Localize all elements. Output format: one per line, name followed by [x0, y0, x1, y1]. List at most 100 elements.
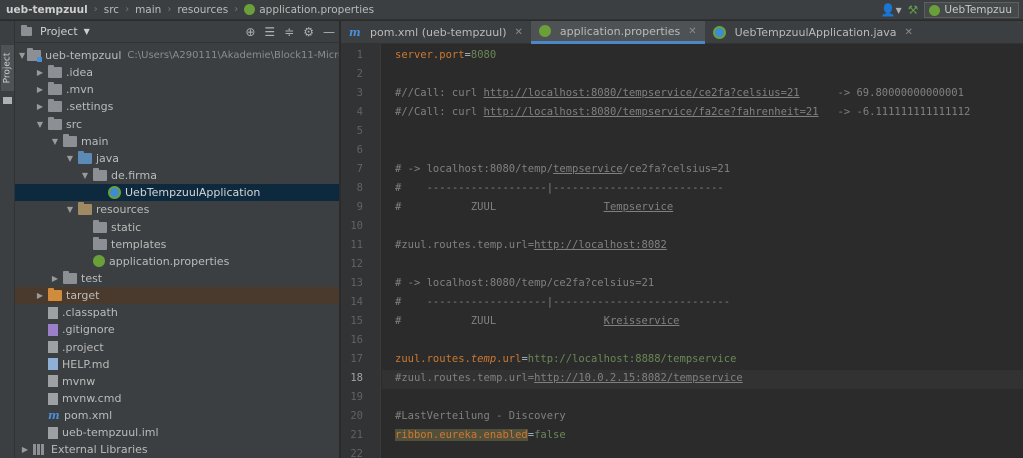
line-number: 15: [350, 315, 363, 327]
breadcrumb-main[interactable]: main: [135, 4, 161, 16]
spring-class-icon: [108, 186, 121, 200]
tree-item[interactable]: ▶templates: [15, 236, 339, 253]
maven-icon: m: [349, 26, 361, 39]
gear-icon[interactable]: ⚙: [303, 25, 314, 39]
tree-item[interactable]: ▼ de.firma: [15, 167, 339, 184]
chevron-down-icon[interactable]: ▼: [64, 154, 76, 163]
tree-item[interactable]: ▶HELP.md: [15, 356, 339, 373]
breadcrumb-resources[interactable]: resources: [177, 4, 228, 16]
tree-item[interactable]: ▼ main: [15, 133, 339, 150]
excluded-folder-icon: [48, 288, 62, 302]
tree-item[interactable]: ▶mpom.xml: [15, 407, 339, 424]
code-line: #//Call: curl http://localhost:8080/temp…: [395, 87, 964, 99]
code-token: http://localhost:8888/tempservice: [527, 353, 737, 365]
line-number: 13: [350, 277, 363, 289]
chevron-down-icon[interactable]: ▼: [49, 137, 61, 146]
chevron-down-icon[interactable]: ▼: [64, 205, 76, 214]
project-toolbar: ⊕ ☰ ≑ ⚙ —: [245, 21, 335, 43]
spring-properties-icon: [93, 255, 105, 268]
user-icon[interactable]: 👤▾: [881, 3, 902, 17]
tree-item[interactable]: ▶ .mvn: [15, 81, 339, 98]
tree-item[interactable]: ▶application.properties: [15, 253, 339, 270]
code-line: # -> localhost:8080/temp/ce2fa?celsius=2…: [395, 277, 654, 289]
close-icon[interactable]: ✕: [688, 26, 696, 37]
tree-item[interactable]: ▶mvnw.cmd: [15, 390, 339, 407]
tree-item[interactable]: ▼ java: [15, 150, 339, 167]
tree-item[interactable]: ▶static: [15, 219, 339, 236]
maven-icon: m: [48, 409, 60, 423]
project-tool-window: Project ▼ ⊕ ☰ ≑ ⚙ — ▼ ueb-tempzuul C:\User…: [15, 21, 340, 458]
run-config-selector[interactable]: UebTempzuu: [924, 2, 1019, 18]
chevron-right-icon[interactable]: ▶: [34, 85, 46, 94]
close-icon[interactable]: ✕: [515, 27, 523, 38]
tree-item[interactable]: ▶ External Libraries: [15, 441, 339, 458]
breadcrumb-src[interactable]: src: [104, 4, 119, 16]
chevron-down-icon[interactable]: ▼: [19, 51, 25, 60]
library-icon: [33, 444, 47, 456]
code-line: # ZUUL Tempservice: [395, 201, 673, 213]
tree-item[interactable]: ▶mvnw: [15, 373, 339, 390]
code-token: -> -6.111111111111112: [818, 106, 971, 118]
editor-tab[interactable]: UebTempzuulApplication.java ✕: [705, 21, 921, 44]
code-token: # ZUUL: [395, 201, 604, 213]
close-icon[interactable]: ✕: [905, 27, 913, 38]
tree-item[interactable]: ▶.gitignore: [15, 321, 339, 338]
tree-item[interactable]: ▼ ueb-tempzuul C:\Users\A290111\Akademie\B…: [15, 47, 339, 64]
project-tool-button[interactable]: Project: [1, 45, 14, 91]
line-number: 10: [350, 220, 363, 232]
code-token: #//Call: curl: [395, 87, 484, 99]
hammer-build-icon[interactable]: ⚒: [908, 3, 919, 17]
tree-item[interactable]: ▼ resources: [15, 201, 339, 218]
line-number: 11: [350, 239, 363, 251]
breadcrumb-separator-icon: ›: [125, 4, 130, 15]
spring-class-icon: [712, 26, 726, 39]
tree-item-label: application.properties: [109, 254, 230, 268]
tree-item[interactable]: ▶UebTempzuulApplication: [15, 184, 339, 202]
module-icon: [27, 48, 43, 62]
chevron-down-icon[interactable]: ▼: [79, 171, 91, 180]
code-token: server.port: [395, 49, 465, 61]
code-line: #//Call: curl http://localhost:8080/temp…: [395, 106, 970, 118]
breadcrumb-project[interactable]: ueb-tempzuul: [6, 4, 88, 16]
expand-all-icon[interactable]: ☰: [264, 25, 275, 39]
code-token: http://localhost:8082: [534, 239, 667, 251]
code-token: -> 69.80000000000001: [799, 87, 964, 99]
chevron-right-icon[interactable]: ▶: [19, 445, 31, 454]
tree-item[interactable]: ▶ target: [15, 287, 339, 305]
folder-icon: [63, 270, 77, 284]
folder-icon[interactable]: [3, 97, 12, 104]
tree-item[interactable]: ▶ .settings: [15, 98, 339, 115]
line-number: 22: [350, 448, 363, 458]
chevron-right-icon[interactable]: ▶: [34, 291, 46, 300]
breadcrumb-file[interactable]: application.properties: [244, 4, 374, 16]
tree-item[interactable]: ▶.classpath: [15, 304, 339, 321]
tree-item[interactable]: ▶ueb-tempzuul.iml: [15, 424, 339, 441]
tree-item[interactable]: ▶ .idea: [15, 64, 339, 81]
code-editor[interactable]: server.port=8080 #//Call: curl http://loc…: [382, 44, 1023, 458]
editor-tab[interactable]: application.properties ✕: [530, 21, 705, 44]
code-token: # -------------------|------------------…: [395, 182, 724, 194]
script-icon: [48, 375, 58, 388]
code-token: #LastVerteilung - Discovery: [395, 410, 566, 422]
chevron-down-icon[interactable]: ▼: [84, 27, 90, 36]
chevron-right-icon[interactable]: ▶: [34, 68, 46, 77]
chevron-right-icon[interactable]: ▶: [34, 102, 46, 111]
locate-file-icon[interactable]: ⊕: [245, 25, 255, 39]
chevron-down-icon[interactable]: ▼: [34, 120, 46, 129]
chevron-right-icon[interactable]: ▶: [49, 274, 61, 283]
hide-icon[interactable]: —: [323, 25, 335, 39]
project-view-selector[interactable]: Project: [40, 25, 78, 38]
project-folder-icon: [21, 25, 32, 36]
spring-properties-icon: [244, 4, 256, 15]
navigation-bar: ueb-tempzuul › src › main › resources › …: [0, 0, 1023, 20]
file-icon: [48, 392, 58, 405]
tree-item-label: src: [66, 117, 83, 131]
tree-item[interactable]: ▶ test: [15, 270, 339, 287]
code-token: /ce2fa?celsius=21: [622, 163, 731, 175]
tree-item[interactable]: ▶.project: [15, 339, 339, 356]
editor-tab[interactable]: m pom.xml (ueb-tempzuul) ✕: [341, 21, 531, 44]
code-token: Tempservice: [603, 201, 674, 213]
tree-item-label: static: [111, 220, 142, 234]
collapse-all-icon[interactable]: ≑: [284, 25, 294, 39]
tree-item[interactable]: ▼ src: [15, 116, 339, 133]
